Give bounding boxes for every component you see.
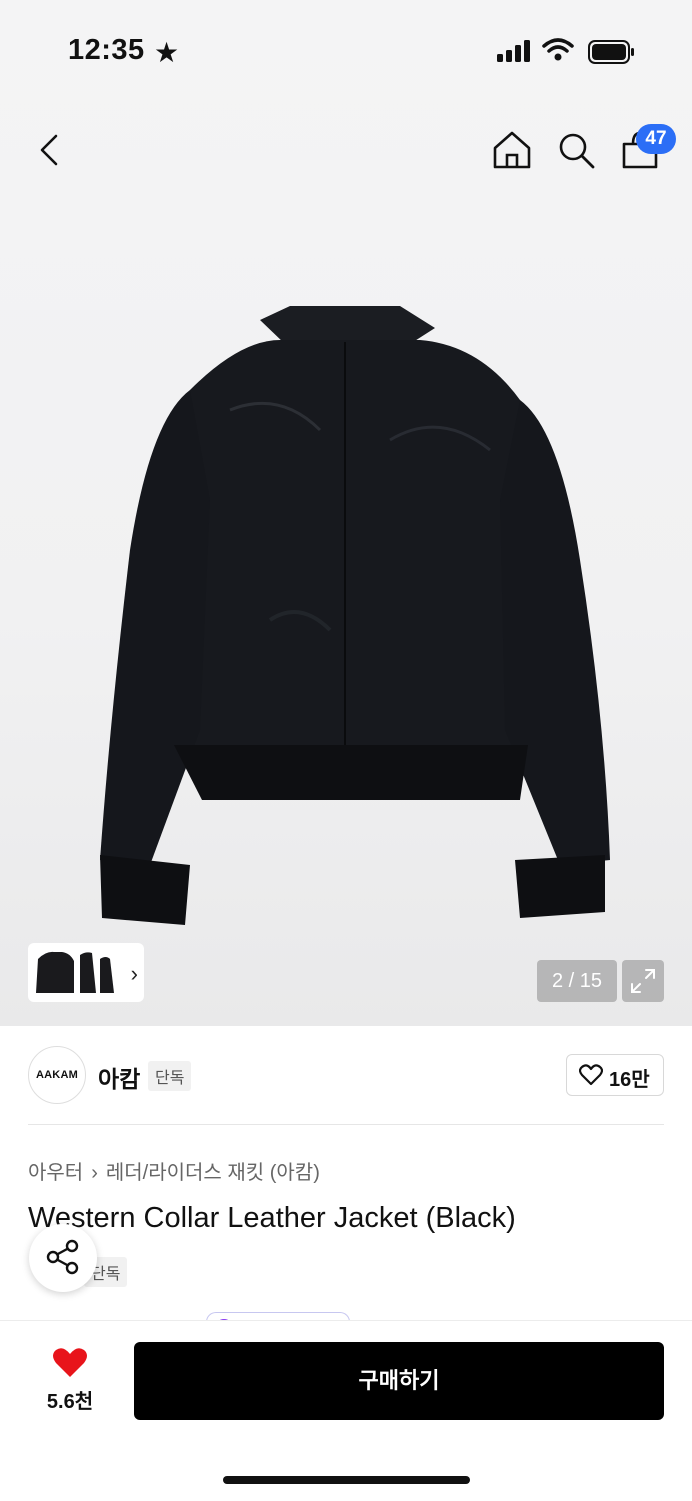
thumbnail-image: [36, 951, 114, 993]
battery-icon: [588, 40, 634, 64]
cart-count-badge: 47: [636, 124, 676, 154]
share-icon: [46, 1239, 79, 1275]
thumbnail-next-chevron-icon[interactable]: ›: [131, 961, 138, 987]
buy-button[interactable]: 구매하기: [134, 1342, 664, 1420]
heart-outline-icon: [579, 1064, 603, 1086]
favorite-button[interactable]: 5.6천: [40, 1347, 100, 1414]
jacket-image: [100, 306, 610, 925]
product-title: Western Collar Leather Jacket (Black): [28, 1202, 516, 1234]
home-indicator: [223, 1476, 470, 1484]
top-nav: [0, 120, 692, 180]
back-arrow-icon[interactable]: [34, 132, 64, 168]
focus-star-icon: ★: [154, 37, 180, 68]
status-time: 12:35: [68, 34, 145, 66]
expand-icon: [631, 969, 655, 993]
brand-logo[interactable]: AAKAM: [28, 1046, 86, 1104]
breadcrumb-subcategory[interactable]: 레더/라이더스 재킷 (아캄): [106, 1162, 320, 1184]
bottom-action-bar: 5.6천 구매하기: [0, 1320, 692, 1501]
wifi-icon: [542, 38, 574, 61]
brand-name[interactable]: 아캄: [98, 1060, 140, 1094]
search-icon[interactable]: [556, 130, 596, 170]
home-icon[interactable]: [492, 130, 532, 170]
breadcrumb: 아우터 › 레더/라이더스 재킷 (아캄): [28, 1156, 320, 1185]
brand-row: AAKAM 아캄 단독 16만: [0, 1046, 692, 1106]
breadcrumb-separator-icon: ›: [91, 1162, 98, 1184]
thumbnail-strip[interactable]: ›: [28, 943, 144, 1002]
status-bar: 12:35 ★: [0, 0, 692, 100]
share-button[interactable]: [29, 1224, 97, 1292]
cellular-signal-icon: [497, 40, 530, 62]
expand-button[interactable]: [622, 960, 664, 1002]
heart-filled-icon: [53, 1348, 87, 1377]
divider: [28, 1124, 664, 1125]
brand-like-button[interactable]: 16만: [566, 1054, 664, 1096]
breadcrumb-category[interactable]: 아우터: [28, 1162, 83, 1184]
exclusive-badge: 단독: [148, 1061, 192, 1091]
image-counter: 2 / 15: [537, 960, 617, 1002]
favorite-count: 5.6천: [46, 1391, 94, 1413]
brand-like-count: 16만: [609, 1069, 650, 1091]
